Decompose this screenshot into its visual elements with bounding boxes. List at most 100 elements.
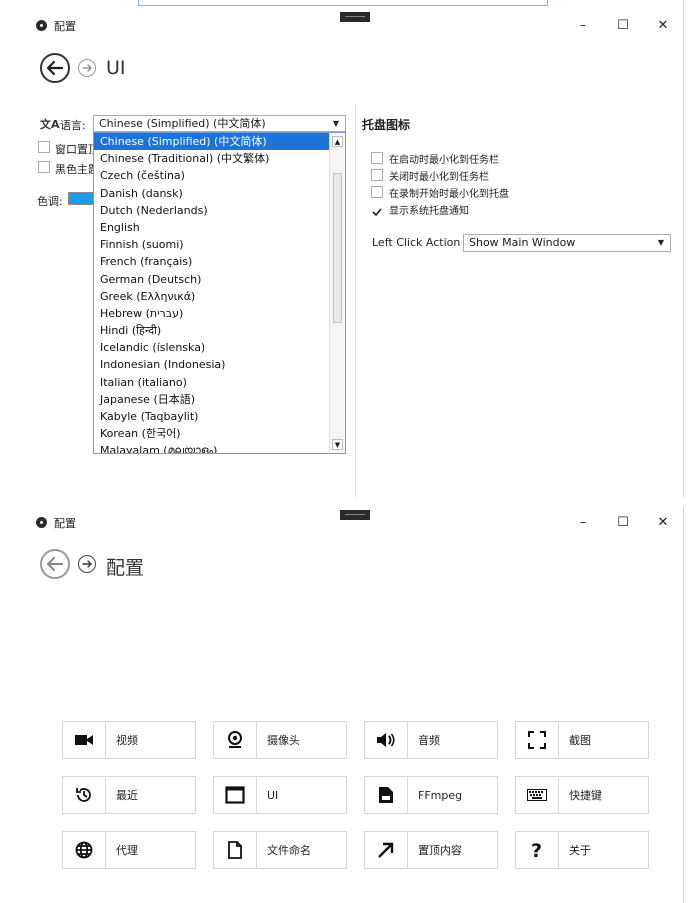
dropdown-scrollbar[interactable]: ▲ ▼ [329,133,345,453]
scroll-up-icon[interactable]: ▲ [332,136,343,147]
page-title: UI [106,57,126,79]
top-highlight-bar [138,0,548,6]
language-option[interactable]: Icelandic (íslenska) [94,339,330,356]
settings-tile-button[interactable]: 快捷键 [515,776,649,814]
language-option[interactable]: Dutch (Nederlands) [94,202,330,219]
panel-divider [355,104,356,497]
tray-option-checkbox[interactable] [371,203,383,217]
dark-theme-checkbox[interactable] [38,161,50,173]
language-option[interactable]: Hebrew (עברית) [94,305,330,322]
scrollbar-thumb[interactable] [333,173,342,323]
language-option[interactable]: Finnish (suomi) [94,236,330,253]
minimize-button[interactable]: – [570,17,596,35]
settings-tile-grid: 视频 摄像头 音频 截图 最近 UI FFmpeg 快捷键 代理 文件命名 置顶内容? 关于 [62,721,652,869]
language-option[interactable]: Korean (한국어) [94,425,330,442]
dark-theme-label: 黑色主题 [55,163,93,176]
history-icon [63,777,106,813]
language-option[interactable]: Chinese (Traditional) (中文繁体) [94,150,330,167]
video-camera-icon [63,722,106,758]
language-label: 语言: [60,119,86,132]
tray-option-label: 在录制开始时最小化到托盘 [389,189,509,200]
language-option[interactable]: Czech (čeština) [94,167,330,184]
settings-tile-label: 文件命名 [267,844,311,857]
settings-tile-button[interactable]: 截图 [515,721,649,759]
settings-tile-button[interactable]: FFmpeg [364,776,498,814]
settings-tile-button[interactable]: 视频 [62,721,196,759]
language-option[interactable]: Chinese (Simplified) (中文简体) [94,133,330,151]
window-icon [214,777,257,813]
scroll-down-icon[interactable]: ▼ [332,439,343,450]
settings-tile-button[interactable]: 最近 [62,776,196,814]
speaker-icon [365,722,408,758]
language-select[interactable]: Chinese (Simplified) (中文简体) ▼ [93,115,346,132]
settings-tile-button[interactable]: 文件命名 [213,831,347,869]
tray-option-row[interactable]: 显示系统托盘通知 [370,201,670,217]
window-title: 配置 [54,517,76,530]
tray-option-row[interactable]: 在录制开始时最小化到托盘 [370,184,670,200]
settings-tile-button[interactable]: 代理 [62,831,196,869]
window-edge [683,0,684,497]
language-option[interactable]: Italian (italiano) [94,374,330,391]
topmost-label: 窗口置顶 [55,143,93,156]
globe-icon [63,832,106,868]
tray-option-checkbox[interactable] [371,186,383,198]
language-option[interactable]: Hindi (हिन्दी) [94,322,330,339]
topmost-checkbox[interactable] [38,141,50,153]
drag-grip[interactable] [340,12,370,22]
language-option[interactable]: Kabyle (Taqbaylit) [94,408,330,425]
tray-option-checkbox[interactable] [371,152,383,164]
svg-text:?: ? [531,840,542,860]
minimize-button[interactable]: – [570,514,596,532]
language-option[interactable]: Danish (dansk) [94,185,330,202]
tray-option-checkbox[interactable] [371,169,383,181]
forward-button[interactable] [78,59,96,77]
top-window: 配置 – ☐ ✕ UI 文A 语言: Chinese (Simplified) … [0,0,694,497]
language-dropdown-list[interactable]: Chinese (Simplified) (中文简体) Chinese (Trad… [93,132,346,454]
settings-tile-button[interactable]: 摄像头 [213,721,347,759]
settings-tile-button[interactable]: 音频 [364,721,498,759]
file-icon [365,777,408,813]
arrow-icon [365,832,408,868]
arrow-left-icon [47,557,63,571]
language-option[interactable]: English [94,219,330,236]
back-button[interactable] [40,53,70,83]
forward-button[interactable] [78,555,96,573]
language-options: Chinese (Simplified) (中文简体) Chinese (Trad… [94,133,330,453]
settings-tile-button[interactable]: ? 关于 [515,831,649,869]
settings-tile-button[interactable]: UI [213,776,347,814]
arrow-right-icon [82,560,92,568]
tray-option-row[interactable]: 在启动时最小化到任务栏 [370,150,670,166]
left-click-label: Left Click Action [372,236,461,249]
settings-tile-label: 音频 [418,734,440,747]
question-icon: ? [516,832,559,868]
language-option[interactable]: Greek (Ελληνικά) [94,288,330,305]
tray-option-row[interactable]: 关闭时最小化到任务栏 [370,167,670,183]
close-button[interactable]: ✕ [650,17,676,35]
window-title: 配置 [54,20,76,33]
language-option[interactable]: Indonesian (Indonesia) [94,356,330,373]
close-button[interactable]: ✕ [650,514,676,532]
chevron-down-icon: ▼ [657,238,664,247]
language-option[interactable]: German (Deutsch) [94,271,330,288]
accent-color-swatch[interactable] [68,192,94,205]
settings-tile-label: UI [267,788,279,802]
language-option[interactable]: Japanese (日本語) [94,391,330,408]
translate-icon: 文A [40,118,60,131]
language-select-value: Chinese (Simplified) (中文简体) [99,117,266,130]
maximize-button[interactable]: ☐ [610,17,636,35]
tray-section-title: 托盘图标 [362,118,411,132]
settings-tile-label: 最近 [116,789,138,802]
language-option[interactable]: Malayalam (മലയാളം) [94,442,330,453]
app-icon [36,517,47,528]
back-button[interactable] [40,549,70,579]
drag-grip[interactable] [340,510,370,520]
left-click-value: Show Main Window [469,236,576,249]
screenshot-icon [516,722,559,758]
left-click-select[interactable]: Show Main Window ▼ [463,234,671,252]
settings-tile-label: 关于 [569,844,591,857]
maximize-button[interactable]: ☐ [610,514,636,532]
settings-tile-button[interactable]: 置顶内容 [364,831,498,869]
webcam-icon [214,722,257,758]
settings-tile-label: 置顶内容 [418,844,462,857]
language-option[interactable]: French (français) [94,253,330,270]
